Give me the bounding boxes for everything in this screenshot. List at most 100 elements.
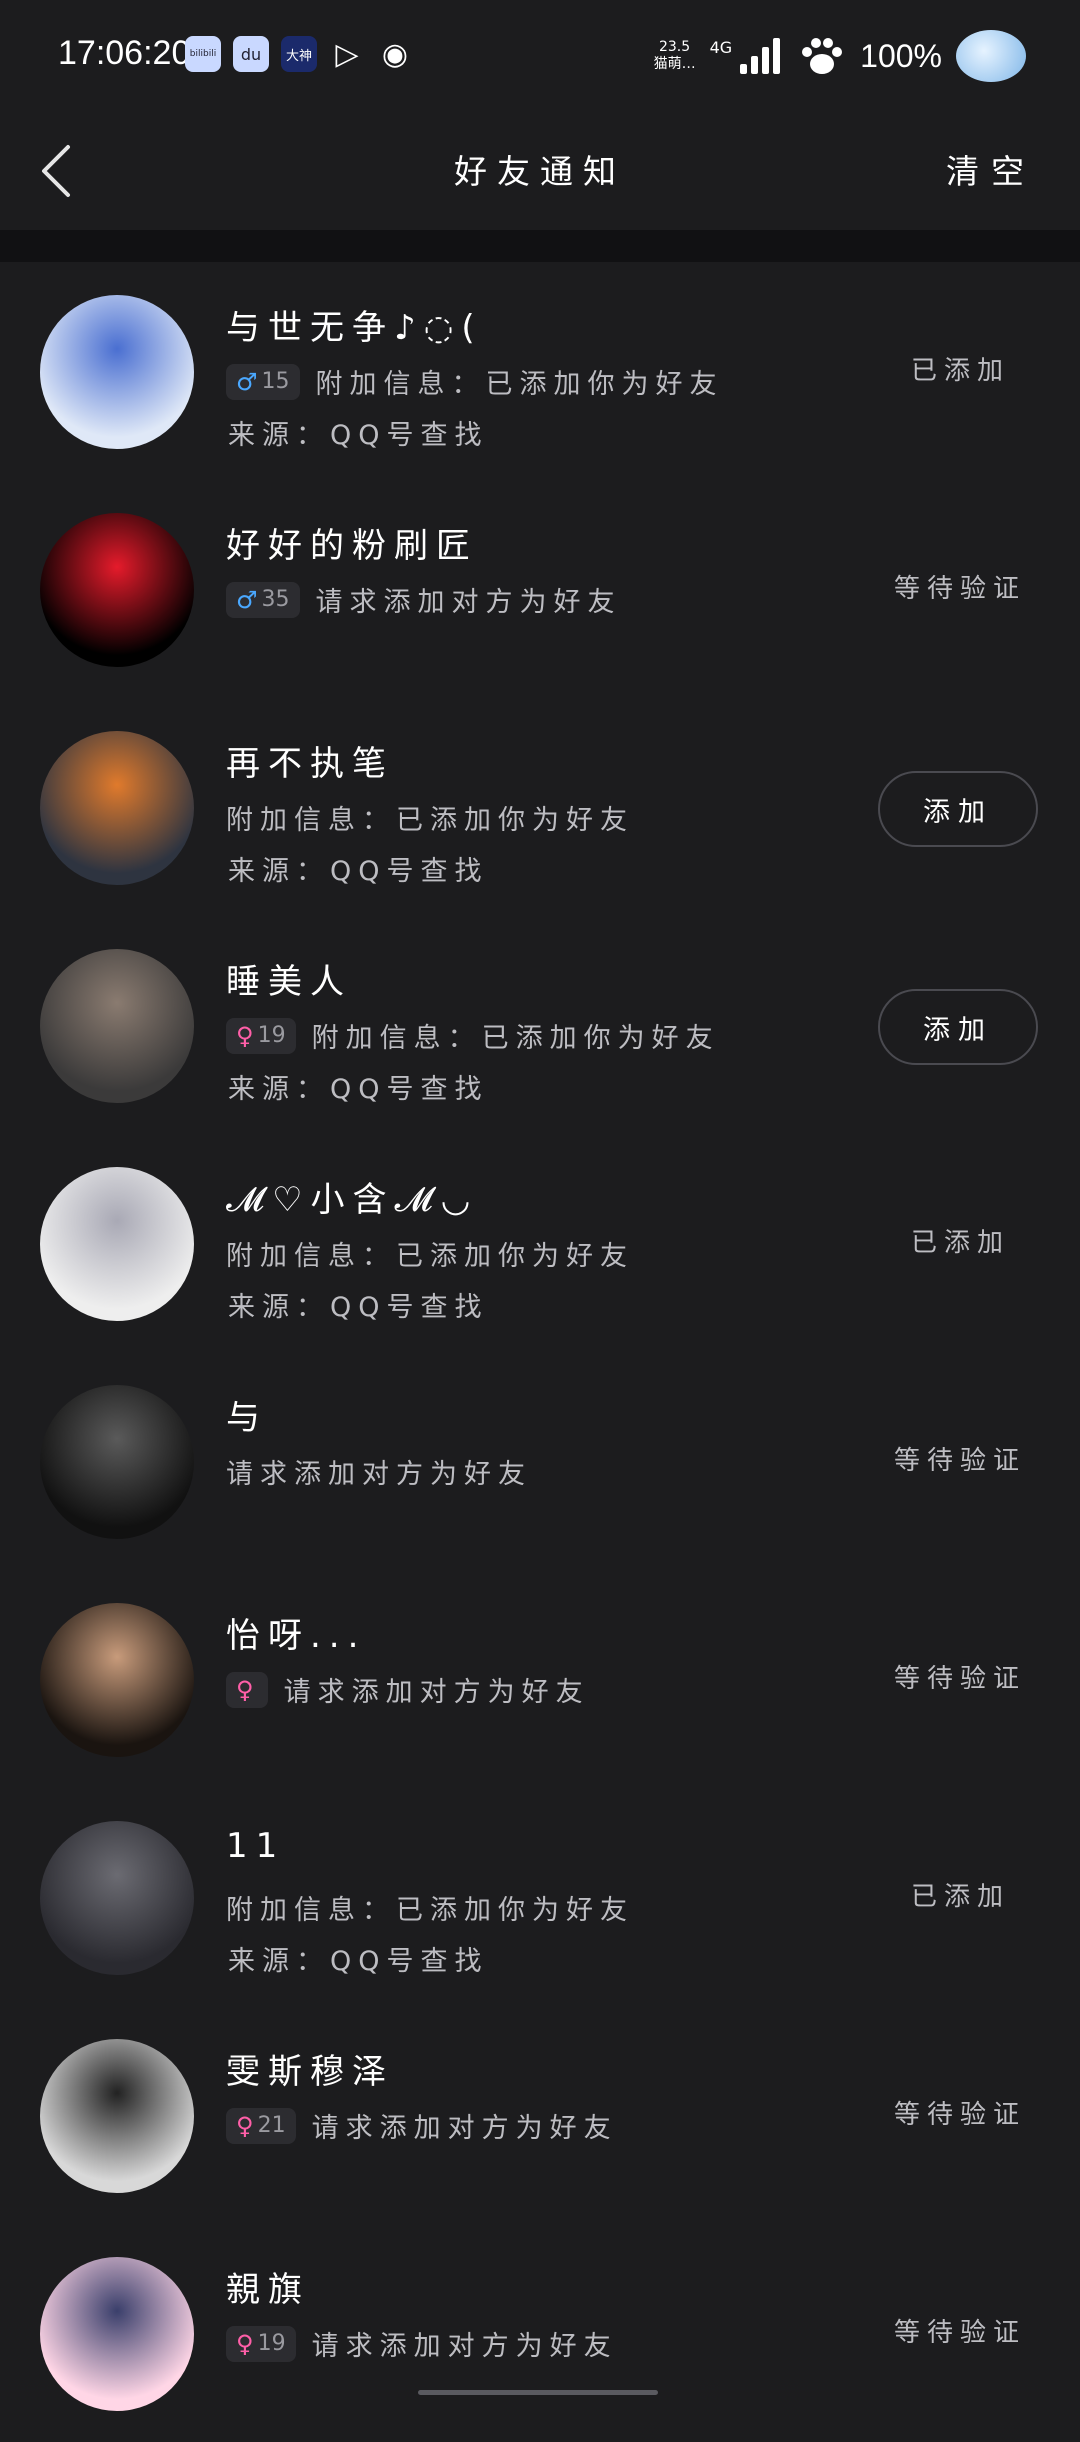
- notification-row[interactable]: 𝓜♡小含𝓜◡ 附加信息：已添加你为好友 来源：QQ号查找 已添加: [0, 1134, 1080, 1352]
- source-text: 来源：QQ号查找: [228, 856, 489, 887]
- du-app-icon: du: [233, 36, 269, 72]
- notification-row[interactable]: 怡呀... ♀ 请求添加对方为好友 等待验证: [0, 1570, 1080, 1788]
- gender-age-badge: ♂ 35: [226, 581, 300, 618]
- gender-age-badge: ♂ 15: [226, 363, 300, 400]
- info-line: ♀ 19 附加信息：已添加你为好友: [226, 1016, 720, 1055]
- source-text: 来源：QQ号查找: [228, 1292, 489, 1323]
- female-icon: ♀: [236, 2329, 254, 2358]
- source-text: 来源：QQ号查找: [228, 1074, 489, 1105]
- status-bar: 17:06:20 bilibili du 大神 ▷ ◉ 23.5 猫萌… 4G …: [0, 0, 1080, 115]
- age-value: 21: [257, 2113, 286, 2138]
- status-label: 等待验证: [893, 574, 1026, 604]
- avatar[interactable]: [40, 2039, 194, 2193]
- add-friend-button[interactable]: 添加: [878, 771, 1038, 847]
- request-info: 附加信息：已添加你为好友: [226, 1241, 634, 1272]
- avatar[interactable]: [40, 731, 194, 885]
- paw-icon: [802, 38, 843, 74]
- status-label: 已添加: [910, 356, 1010, 386]
- request-info: 请求添加对方为好友: [283, 1677, 590, 1708]
- request-info: 附加信息：已添加你为好友: [315, 369, 724, 400]
- contact-name: 好好的粉刷匠: [226, 526, 478, 566]
- notification-row[interactable]: 雯斯穆泽 ♀ 21 请求添加对方为好友 等待验证: [0, 2006, 1080, 2224]
- request-info: 请求添加对方为好友: [311, 2113, 618, 2144]
- add-friend-button[interactable]: 添加: [878, 989, 1038, 1065]
- avatar[interactable]: [40, 1167, 194, 1321]
- female-icon: ♀: [236, 1675, 254, 1704]
- gender-age-badge: ♀ 19: [226, 2325, 296, 2362]
- status-label: 等待验证: [893, 1446, 1026, 1476]
- page-title: 好友通知: [454, 152, 626, 191]
- contact-name: 11: [226, 1826, 286, 1866]
- source-text: 来源：QQ号查找: [228, 420, 489, 451]
- status-right: 23.5 猫萌… 4G 100%: [654, 30, 1026, 82]
- status-label: 等待验证: [893, 1664, 1026, 1694]
- contact-name: 睡美人: [226, 962, 352, 1002]
- gender-age-badge: ♀ 21: [226, 2107, 296, 2144]
- request-info: 附加信息：已添加你为好友: [226, 1895, 634, 1926]
- status-time: 17:06:20: [58, 34, 191, 72]
- avatar[interactable]: [40, 1385, 194, 1539]
- notification-row[interactable]: 与请求添加对方为好友 等待验证: [0, 1352, 1080, 1570]
- request-info: 附加信息：已添加你为好友: [226, 805, 634, 836]
- info-line: ♀ 19 请求添加对方为好友: [226, 2324, 618, 2363]
- info-line: 请求添加对方为好友: [226, 1452, 532, 1491]
- avatar[interactable]: [40, 295, 194, 449]
- battery-level: 100%: [860, 37, 942, 74]
- contact-name: 与: [226, 1398, 268, 1438]
- request-info: 请求添加对方为好友: [311, 2331, 618, 2362]
- status-label: 等待验证: [893, 2318, 1026, 2348]
- signal-icon: [740, 38, 781, 74]
- request-info: 附加信息：已添加你为好友: [311, 1023, 720, 1054]
- info-line: 附加信息：已添加你为好友: [226, 1234, 634, 1273]
- section-divider: [0, 230, 1080, 262]
- status-label: 已添加: [910, 1882, 1010, 1912]
- notification-row[interactable]: 与世无争♪◌( ♂ 15 附加信息：已添加你为好友来源：QQ号查找 已添加: [0, 262, 1080, 480]
- male-icon: ♂: [236, 585, 258, 614]
- notification-list: 与世无争♪◌(♂ 15 附加信息：已添加你为好友 来源：QQ号查找 已添加 好好的粉刷匠 ♂…: [0, 262, 1080, 2442]
- status-label: 等待验证: [893, 2100, 1026, 2130]
- contact-name: 再不执笔: [226, 744, 394, 784]
- notification-row[interactable]: 睡美人 ♀ 19 附加信息：已添加你为好友来源：QQ号查找 添加: [0, 916, 1080, 1134]
- info-line: 附加信息：已添加你为好友: [226, 1888, 634, 1927]
- notification-row[interactable]: 再不执笔附加信息：已添加你为好友 来源：QQ号查找 添加: [0, 698, 1080, 916]
- gender-age-badge: ♀ 19: [226, 1017, 296, 1054]
- age-value: 19: [257, 2331, 286, 2356]
- female-icon: ♀: [236, 1021, 254, 1050]
- contact-name: 与世无争♪◌(: [226, 308, 483, 348]
- network-type: 4G: [709, 37, 733, 57]
- source-text: 来源：QQ号查找: [228, 1946, 489, 1977]
- net-speed-value: 23.5: [658, 39, 691, 55]
- info-line: ♀ 21 请求添加对方为好友: [226, 2106, 618, 2145]
- male-icon: ♂: [236, 367, 258, 396]
- gender-age-badge: ♀: [226, 1671, 268, 1708]
- avatar[interactable]: [40, 949, 194, 1103]
- nav-bar: 好友通知 清空: [0, 115, 1080, 230]
- play-icon: ▷: [335, 36, 359, 72]
- home-indicator[interactable]: [418, 2390, 658, 2395]
- notification-row[interactable]: 親旗 ♀ 19 请求添加对方为好友 等待验证: [0, 2224, 1080, 2442]
- info-line: ♂ 15 附加信息：已添加你为好友: [226, 362, 724, 401]
- contact-name: 怡呀...: [226, 1616, 367, 1656]
- request-info: 请求添加对方为好友: [226, 1459, 532, 1490]
- notification-row[interactable]: 好好的粉刷匠 ♂ 35 请求添加对方为好友 等待验证: [0, 480, 1080, 698]
- avatar[interactable]: [40, 2257, 194, 2411]
- bilibili-icon: bilibili: [185, 36, 221, 72]
- notification-row[interactable]: 11 附加信息：已添加你为好友 来源：QQ号查找 已添加: [0, 1788, 1080, 2006]
- avatar[interactable]: [40, 1603, 194, 1757]
- female-icon: ♀: [236, 2111, 254, 2140]
- age-value: 35: [261, 587, 290, 612]
- contact-name: 雯斯穆泽: [226, 2052, 394, 2092]
- clear-button[interactable]: 清空: [946, 145, 1036, 193]
- avatar[interactable]: [40, 1821, 194, 1975]
- status-app-icons: bilibili du 大神 ▷ ◉: [185, 36, 413, 72]
- mascot-icon: [956, 30, 1026, 82]
- info-line: ♂ 35 请求添加对方为好友: [226, 580, 622, 619]
- contact-name: 親旗: [226, 2270, 310, 2310]
- info-line: ♀ 请求添加对方为好友: [226, 1670, 590, 1709]
- net-speed-label: 猫萌…: [653, 56, 696, 72]
- info-line: 附加信息：已添加你为好友: [226, 798, 634, 837]
- avatar[interactable]: [40, 513, 194, 667]
- contact-name: 𝓜♡小含𝓜◡: [226, 1180, 479, 1220]
- age-value: 19: [257, 1023, 286, 1048]
- status-label: 已添加: [910, 1228, 1010, 1258]
